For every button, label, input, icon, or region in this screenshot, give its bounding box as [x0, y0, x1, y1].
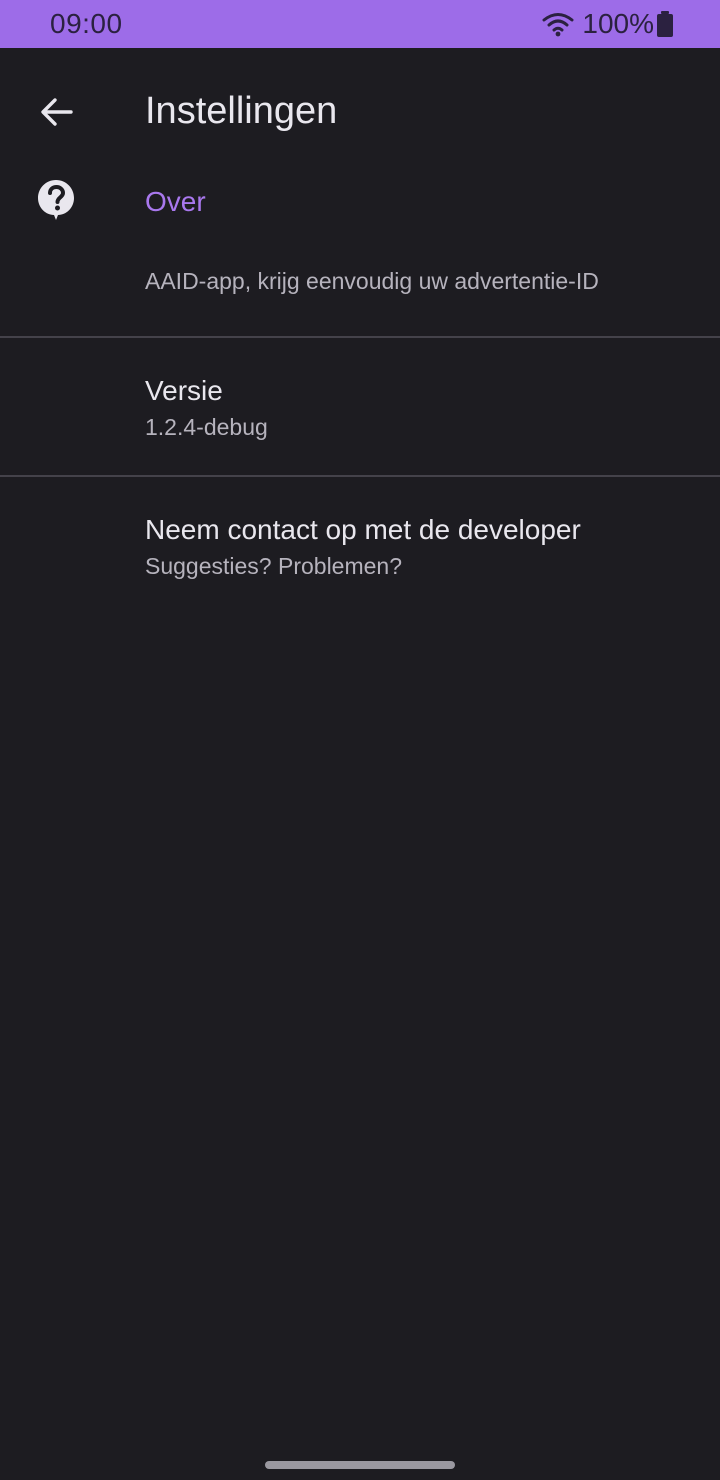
contact-developer-item[interactable]: Neem contact op met de developer Suggest… — [0, 477, 720, 617]
version-summary: 1.2.4-debug — [145, 414, 268, 440]
page-title: Instellingen — [145, 90, 338, 132]
wifi-icon — [542, 13, 574, 37]
arrow-back-icon — [41, 98, 73, 126]
settings-screen: 09:00 100% Instellingen Over AAID-app, k… — [0, 0, 720, 1480]
status-time: 09:00 — [50, 8, 123, 39]
contact-developer-title: Neem contact op met de developer — [145, 514, 581, 545]
about-section-summary: AAID-app, krijg eenvoudig uw advertentie… — [145, 268, 599, 294]
status-bar: 09:00 100% — [0, 0, 720, 48]
help-bubble-icon — [38, 180, 74, 220]
version-title: Versie — [145, 375, 223, 406]
about-section-title: Over — [145, 186, 206, 217]
battery-icon — [657, 11, 673, 37]
status-icons: 100% — [542, 8, 674, 40]
version-item[interactable]: Versie 1.2.4-debug — [0, 338, 720, 475]
battery-percentage: 100% — [582, 8, 654, 39]
about-section: Over AAID-app, krijg eenvoudig uw advert… — [0, 178, 720, 336]
app-toolbar: Instellingen — [0, 48, 720, 178]
contact-developer-summary: Suggesties? Problemen? — [145, 553, 402, 579]
gesture-navigation-handle[interactable] — [265, 1461, 455, 1469]
back-button[interactable] — [26, 84, 86, 140]
